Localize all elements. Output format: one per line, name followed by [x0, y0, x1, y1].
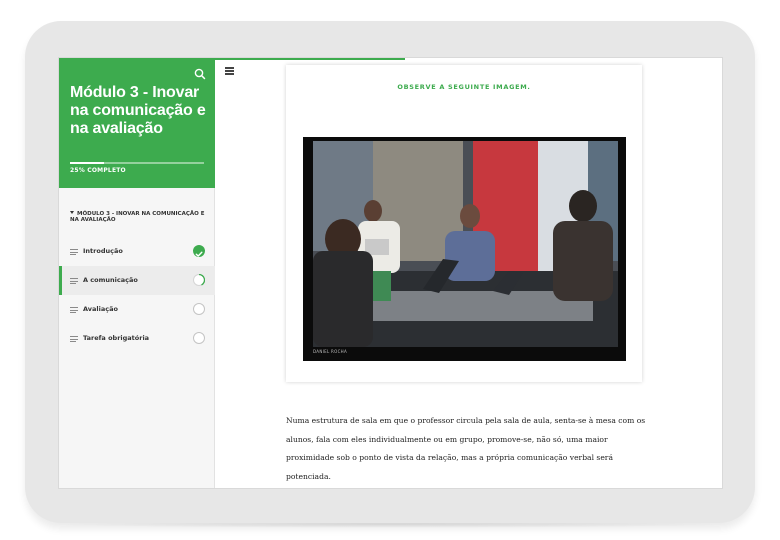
not-started-icon [193, 303, 205, 315]
not-started-icon [193, 332, 205, 344]
section-toggle[interactable]: MÓDULO 3 - INOVAR NA COMUNICAÇÃO E NA AV… [70, 211, 210, 223]
lesson-list: Introdução A comunicação Avaliação Taref [59, 237, 215, 353]
sidebar-header: Módulo 3 - Inovar na comunicação e na av… [59, 58, 215, 188]
image-block: OBSERVE A SEGUINTE IMAGEM. DANIEL ROCHA [286, 65, 642, 382]
lesson-item-a-comunicacao[interactable]: A comunicação [59, 266, 215, 295]
course-sidebar: Módulo 3 - Inovar na comunicação e na av… [59, 58, 215, 488]
caret-down-icon [70, 211, 74, 214]
lesson-label: Introdução [83, 247, 123, 255]
lesson-label: Avaliação [83, 305, 118, 313]
lesson-label: A comunicação [83, 276, 138, 284]
text-lines-icon [70, 307, 78, 313]
text-lines-icon [70, 249, 78, 255]
hamburger-menu-icon[interactable] [225, 67, 234, 75]
classroom-photo-image [313, 141, 618, 347]
lesson-item-tarefa-obrigatoria[interactable]: Tarefa obrigatória [59, 324, 215, 353]
classroom-photo[interactable]: DANIEL ROCHA [303, 137, 626, 361]
course-title: Módulo 3 - Inovar na comunicação e na av… [70, 84, 206, 137]
lesson-progress-bar [215, 58, 405, 60]
search-icon[interactable] [193, 67, 207, 81]
text-lines-icon [70, 278, 78, 284]
lesson-item-introducao[interactable]: Introdução [59, 237, 215, 266]
in-progress-icon [193, 274, 205, 286]
lesson-item-avaliacao[interactable]: Avaliação [59, 295, 215, 324]
lesson-label: Tarefa obrigatória [83, 334, 150, 342]
section-title: MÓDULO 3 - INOVAR NA COMUNICAÇÃO E NA AV… [70, 211, 205, 223]
check-complete-icon [193, 245, 205, 257]
screen: Módulo 3 - Inovar na comunicação e na av… [58, 57, 723, 489]
photo-credit: DANIEL ROCHA [313, 349, 348, 354]
course-progress-bar [70, 162, 204, 164]
text-lines-icon [70, 336, 78, 342]
course-progress-label: 25% COMPLETO [70, 167, 126, 174]
observe-heading: OBSERVE A SEGUINTE IMAGEM. [397, 83, 531, 91]
lesson-content: OBSERVE A SEGUINTE IMAGEM. DANIEL ROCHA … [215, 58, 722, 488]
lesson-paragraph: Numa estrutura de sala em que o professo… [286, 416, 646, 481]
course-progress-fill [70, 162, 104, 164]
